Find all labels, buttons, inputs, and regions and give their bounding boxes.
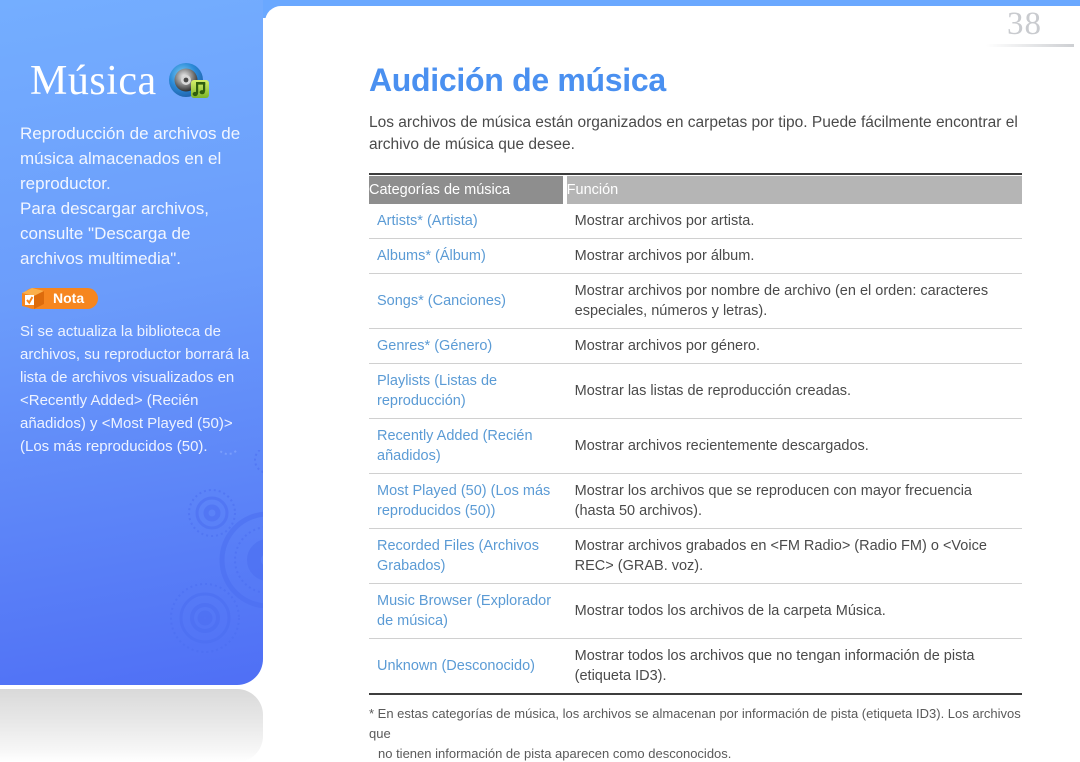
cell-category: Songs* (Canciones) [369,273,567,329]
main-content: Audición de música Los archivos de músic… [369,60,1022,762]
page-number-rule [986,44,1074,47]
cell-function: Mostrar todos los archivos de la carpeta… [566,583,1022,639]
cell-category: Playlists (Listas de reproducción) [369,363,567,419]
cell-category: Music Browser (Explorador de música) [369,583,567,639]
table-header-function: Función [566,176,1022,204]
sidebar-reflection [0,689,263,762]
cell-category: Albums* (Álbum) [369,238,567,274]
table-row: Artists* (Artista) Mostrar archivos por … [369,204,1022,239]
note-text: Si se actualiza la biblioteca de archivo… [20,323,250,455]
cell-category: Recently Added (Recién añadidos) [369,418,567,474]
table-header-row: Categorías de música Función [369,176,1022,204]
footnote-line-2: no tienen información de pista aparecen … [378,746,732,761]
cell-function: Mostrar archivos por álbum. [566,238,1022,274]
section-title: Audición de música [369,62,666,98]
music-speaker-icon [167,62,211,100]
cell-function: Mostrar archivos recientemente descargad… [566,418,1022,474]
sidebar: Música Reproducción de archivos de músic… [0,0,263,685]
sidebar-description: Reproducción de archivos de música almac… [20,124,241,268]
table-row: Most Played (50) (Los más reproducidos (… [369,473,1022,529]
cell-function: Mostrar archivos por nombre de archivo (… [566,273,1022,329]
table-row: Playlists (Listas de reproducción) Mostr… [369,363,1022,419]
manual-page: 38 Música Reproducción de archivos de mú… [0,0,1080,762]
cell-category: Unknown (Desconocido) [369,638,567,695]
music-categories-table: Categorías de música Función Artists* (A… [369,173,1022,695]
table-row: Genres* (Género) Mostrar archivos por gé… [369,328,1022,364]
cell-function: Mostrar archivos grabados en <FM Radio> … [566,528,1022,584]
intro-paragraph: Los archivos de música están organizados… [369,114,1018,153]
footnote-line-1: * En estas categorías de música, los arc… [369,706,1021,741]
cell-category: Most Played (50) (Los más reproducidos (… [369,473,567,529]
table-row: Recently Added (Recién añadidos) Mostrar… [369,418,1022,474]
note-badge: Nota [19,285,99,311]
table-row: Music Browser (Explorador de música) Mos… [369,583,1022,639]
table-header-category: Categorías de música [369,176,563,204]
banner-rounded-cutout [265,6,1080,36]
table-row: Unknown (Desconocido) Mostrar todos los … [369,638,1022,695]
page-number: 38 [1007,6,1042,42]
note-box-check-icon [19,285,47,311]
brand: Música [30,60,211,102]
cell-category: Recorded Files (Archivos Grabados) [369,528,567,584]
table-row: Songs* (Canciones) Mostrar archivos por … [369,273,1022,329]
decorative-rings [170,450,263,653]
table-row: Albums* (Álbum) Mostrar archivos por álb… [369,238,1022,274]
cell-category: Artists* (Artista) [369,204,567,239]
cell-function: Mostrar archivos por artista. [566,204,1022,239]
table-row: Recorded Files (Archivos Grabados) Mostr… [369,528,1022,584]
table-footnote: * En estas categorías de música, los arc… [369,704,1022,762]
cell-category: Genres* (Género) [369,328,567,364]
cell-function: Mostrar las listas de reproducción cread… [566,363,1022,419]
cell-function: Mostrar todos los archivos que no tengan… [566,638,1022,695]
cell-function: Mostrar archivos por género. [566,328,1022,364]
cell-function: Mostrar los archivos que se reproducen c… [566,473,1022,529]
page-title: Música [30,58,157,104]
